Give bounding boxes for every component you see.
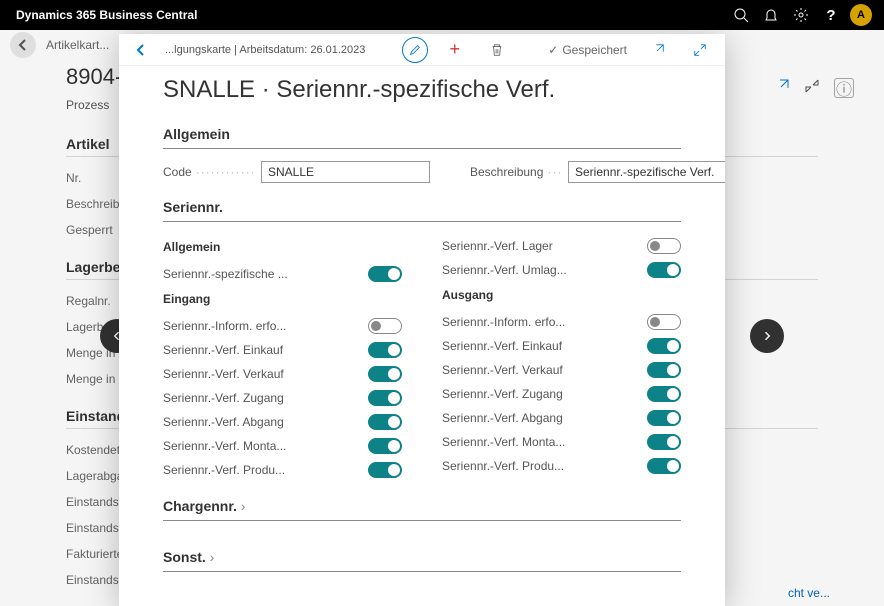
gear-icon[interactable]	[786, 0, 816, 30]
toggle-label: Seriennr.-Verf. Abgang	[163, 415, 284, 429]
toggle-switch[interactable]	[647, 434, 681, 450]
help-icon[interactable]: ?	[816, 0, 846, 30]
toggle-switch[interactable]	[368, 342, 402, 358]
code-label: Code	[163, 165, 253, 179]
edit-icon[interactable]	[402, 37, 428, 63]
popout-modal-icon[interactable]	[643, 36, 673, 64]
group-seriennr[interactable]: Seriennr.	[163, 183, 681, 222]
toggle-label: Seriennr.-Verf. Produ...	[163, 463, 285, 477]
toggle-row: Seriennr.-Verf. Monta...	[163, 434, 402, 458]
toggle-switch[interactable]	[368, 390, 402, 406]
toggle-row: Seriennr.-Verf. Zugang	[442, 382, 681, 406]
toggle-label: Seriennr.-Verf. Einkauf	[163, 343, 283, 357]
modal-title: SNALLE · Seriennr.-spezifische Verf.	[119, 66, 725, 110]
toggle-label: Seriennr.-Inform. erfo...	[442, 315, 565, 329]
modal-back-button[interactable]	[129, 38, 153, 62]
subgroup-head: Allgemein	[163, 240, 402, 254]
saved-status: ✓ Gespeichert	[548, 43, 627, 57]
toggle-switch[interactable]	[647, 362, 681, 378]
toggle-label: Seriennr.-Verf. Produ...	[442, 459, 564, 473]
toggle-label: Seriennr.-Verf. Einkauf	[442, 339, 562, 353]
toggle-row: Seriennr.-Verf. Lager	[442, 234, 681, 258]
toggle-switch[interactable]	[368, 414, 402, 430]
toggle-switch[interactable]	[647, 262, 681, 278]
search-icon[interactable]	[726, 0, 756, 30]
new-icon[interactable]: +	[440, 36, 470, 64]
expand-modal-icon[interactable]	[685, 36, 715, 64]
toggle-label: Seriennr.-spezifische ...	[163, 267, 288, 281]
desc-label: Beschreibung	[470, 165, 560, 179]
toggle-switch[interactable]	[647, 238, 681, 254]
tracking-card-modal: ...lgungskarte | Arbeitsdatum: 26.01.202…	[119, 34, 725, 606]
toggle-row: Seriennr.-Verf. Zugang	[163, 386, 402, 410]
toggle-switch[interactable]	[368, 266, 402, 282]
toggle-switch[interactable]	[368, 366, 402, 382]
toggle-label: Seriennr.-Verf. Verkauf	[442, 363, 563, 377]
modal-breadcrumb: ...lgungskarte | Arbeitsdatum: 26.01.202…	[165, 44, 365, 56]
toggle-label: Seriennr.-Verf. Abgang	[442, 411, 563, 425]
group-sonst[interactable]: Sonst.	[163, 533, 681, 572]
toggle-switch[interactable]	[368, 438, 402, 454]
toggle-row: Seriennr.-Verf. Abgang	[163, 410, 402, 434]
toggle-row: Seriennr.-Verf. Monta...	[442, 430, 681, 454]
app-title: Dynamics 365 Business Central	[8, 8, 197, 22]
toggle-switch[interactable]	[647, 410, 681, 426]
toggle-row: Seriennr.-Verf. Verkauf	[163, 362, 402, 386]
toggle-label: Seriennr.-Verf. Zugang	[442, 387, 563, 401]
toggle-row: Seriennr.-Verf. Einkauf	[442, 334, 681, 358]
avatar[interactable]: A	[846, 0, 876, 30]
toggle-label: Seriennr.-Verf. Lager	[442, 239, 553, 253]
toggle-row: Seriennr.-Verf. Abgang	[442, 406, 681, 430]
toggle-switch[interactable]	[647, 386, 681, 402]
toggle-label: Seriennr.-Verf. Zugang	[163, 391, 284, 405]
toggle-switch[interactable]	[368, 318, 402, 334]
toggle-label: Seriennr.-Verf. Verkauf	[163, 367, 284, 381]
subgroup-head: Ausgang	[442, 288, 681, 302]
bell-icon[interactable]	[756, 0, 786, 30]
toggle-label: Seriennr.-Verf. Umlag...	[442, 263, 567, 277]
group-chargennr[interactable]: Chargennr.	[163, 482, 681, 521]
toggle-label: Seriennr.-Inform. erfo...	[163, 319, 286, 333]
delete-icon[interactable]	[482, 36, 512, 64]
toggle-label: Seriennr.-Verf. Monta...	[442, 435, 565, 449]
toggle-switch[interactable]	[647, 314, 681, 330]
toggle-label: Seriennr.-Verf. Monta...	[163, 439, 286, 453]
toggle-row: Seriennr.-Verf. Einkauf	[163, 338, 402, 362]
toggle-row: Seriennr.-Verf. Umlag...	[442, 258, 681, 282]
toggle-switch[interactable]	[647, 338, 681, 354]
toggle-row: Seriennr.-Verf. Produ...	[163, 458, 402, 482]
toggle-switch[interactable]	[368, 462, 402, 478]
toggle-row: Seriennr.-Inform. erfo...	[163, 314, 402, 338]
toggle-row: Seriennr.-spezifische ...	[163, 262, 402, 286]
desc-input[interactable]	[568, 161, 725, 183]
subgroup-head: Eingang	[163, 292, 402, 306]
code-input[interactable]	[261, 161, 430, 183]
toggle-switch[interactable]	[647, 458, 681, 474]
group-allgemein[interactable]: Allgemein	[163, 110, 681, 149]
toggle-row: Seriennr.-Inform. erfo...	[442, 310, 681, 334]
toggle-row: Seriennr.-Verf. Produ...	[442, 454, 681, 478]
toggle-row: Seriennr.-Verf. Verkauf	[442, 358, 681, 382]
